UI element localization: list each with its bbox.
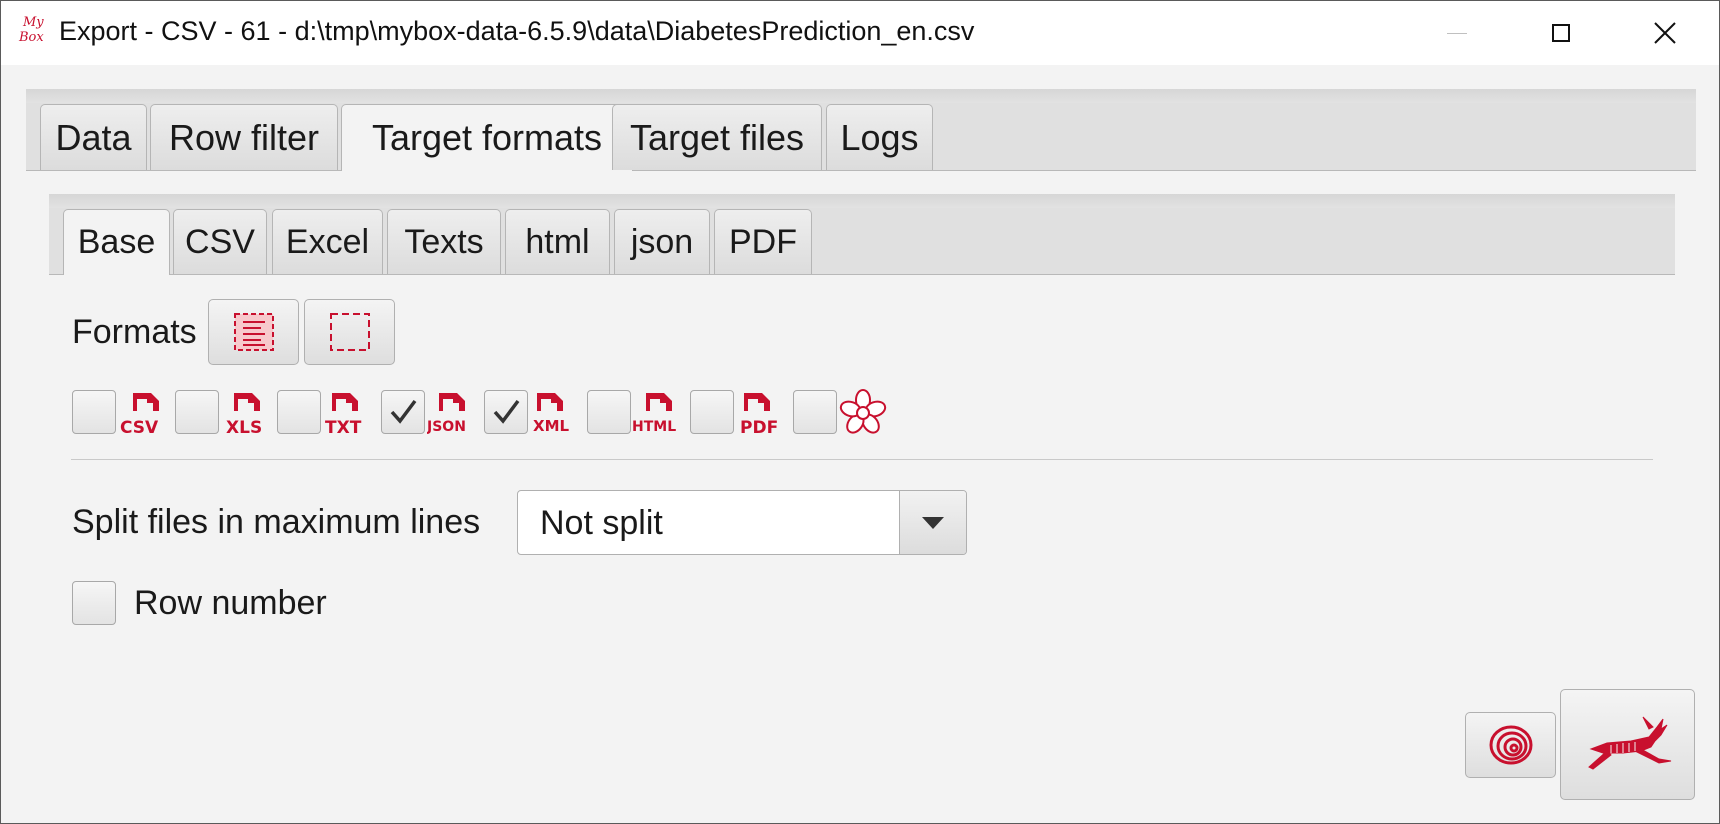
tab-target-files[interactable]: Target files	[612, 104, 822, 170]
close-icon	[1654, 22, 1676, 44]
tab-target-formats[interactable]: Target formats	[341, 104, 633, 171]
tab-csv[interactable]: CSV	[173, 209, 267, 274]
minimize-icon	[1447, 32, 1467, 34]
json-file-icon: JSON	[427, 393, 466, 435]
start-button[interactable]	[1560, 689, 1695, 800]
txt-checkbox[interactable]	[277, 390, 321, 434]
svg-text:CSV: CSV	[120, 418, 159, 437]
main-tab-bar: Data Row filter Target formats Target fi…	[26, 89, 1696, 171]
title-bar[interactable]: My Box Export - CSV - 61 - d:\tmp\mybox-…	[1, 1, 1719, 65]
checkmark-icon	[390, 399, 417, 424]
app-logo: My Box	[19, 15, 53, 51]
tab-row-filter[interactable]: Row filter	[150, 104, 338, 170]
split-label: Split files in maximum lines	[72, 503, 481, 541]
pdf-checkbox[interactable]	[690, 390, 734, 434]
xls-file-icon: XLS	[226, 393, 262, 437]
minimize-button[interactable]	[1405, 1, 1509, 65]
row-number-label: Row number	[134, 584, 327, 622]
formats-label: Formats	[72, 313, 197, 351]
tab-pdf[interactable]: PDF	[714, 209, 812, 274]
maximize-icon	[1552, 24, 1570, 42]
svg-text:TXT: TXT	[325, 418, 362, 437]
export-window: My Box Export - CSV - 61 - d:\tmp\mybox-…	[0, 0, 1720, 824]
xml-checkbox[interactable]	[484, 390, 528, 434]
svg-text:XLS: XLS	[226, 418, 262, 437]
csv-file-icon: CSV	[120, 393, 159, 437]
tab-excel[interactable]: Excel	[272, 209, 383, 274]
select-all-button[interactable]	[208, 299, 299, 365]
cancel-button[interactable]	[1465, 712, 1556, 778]
tab-data[interactable]: Data	[40, 104, 147, 170]
checkmark-icon	[493, 399, 520, 424]
split-lines-value: Not split	[540, 504, 663, 542]
html-file-icon: HTML	[632, 393, 676, 435]
tab-logs[interactable]: Logs	[826, 104, 933, 170]
tab-json[interactable]: json	[614, 209, 710, 274]
logo-line-2: Box	[19, 30, 44, 45]
window-title: Export - CSV - 61 - d:\tmp\mybox-data-6.…	[59, 16, 975, 46]
spiral-icon	[1489, 725, 1532, 765]
split-lines-select[interactable]: Not split	[517, 490, 967, 555]
svg-text:XML: XML	[533, 417, 569, 435]
svg-text:HTML: HTML	[632, 419, 676, 435]
xml-file-icon: XML	[533, 393, 569, 435]
tab-texts[interactable]: Texts	[387, 209, 501, 274]
select-none-icon	[329, 313, 370, 351]
xls-checkbox[interactable]	[175, 390, 219, 434]
format-tab-bar: Base CSV Excel Texts html json PDF	[49, 194, 1675, 275]
row-number-checkbox[interactable]	[72, 581, 116, 625]
close-button[interactable]	[1613, 1, 1717, 65]
svg-text:PDF: PDF	[740, 418, 778, 437]
flower-icon	[839, 389, 887, 434]
pdf-file-icon: PDF	[740, 393, 778, 437]
tab-html[interactable]: html	[505, 209, 610, 274]
csv-checkbox[interactable]	[72, 390, 116, 434]
txt-file-icon: TXT	[325, 393, 362, 437]
logo-line-1: My	[23, 15, 44, 30]
svg-text:JSON: JSON	[427, 419, 466, 435]
select-none-button[interactable]	[304, 299, 395, 365]
separator	[71, 459, 1653, 460]
antelope-icon	[1587, 716, 1671, 770]
tab-base[interactable]: Base	[63, 209, 170, 275]
select-all-icon	[233, 313, 274, 351]
json-checkbox[interactable]	[381, 390, 425, 434]
maximize-button[interactable]	[1509, 1, 1613, 65]
chevron-down-icon	[922, 516, 944, 529]
other-format-checkbox[interactable]	[793, 390, 837, 434]
html-checkbox[interactable]	[587, 390, 631, 434]
dropdown-button[interactable]	[899, 491, 966, 554]
